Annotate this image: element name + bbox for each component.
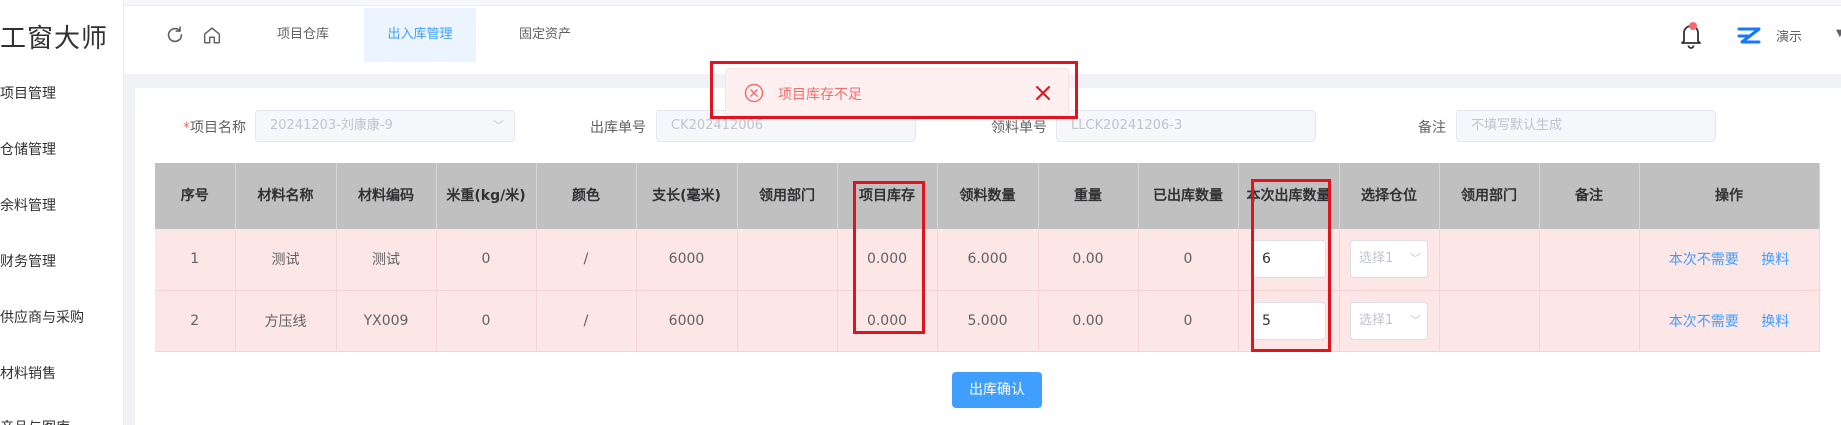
cell-location: 选择1 ﹀ xyxy=(1339,290,1440,352)
cell-pick-qty: 5.000 xyxy=(937,290,1039,352)
cell-stock: 0.000 xyxy=(837,290,938,352)
col-header: 操作 xyxy=(1639,163,1820,229)
tab-fixed-assets[interactable]: 固定资产 xyxy=(490,8,600,62)
home-icon[interactable] xyxy=(201,24,223,46)
col-header: 领料数量 xyxy=(937,163,1039,229)
cell-dept2 xyxy=(1439,229,1540,291)
sidebar-item-project[interactable]: 项目管理 xyxy=(0,83,56,103)
top-header: 项目仓库 出入库管理 固定资产 演示 ▼ xyxy=(124,8,1841,62)
sidebar-item-sales[interactable]: 材料销售 xyxy=(0,363,56,383)
remark-input[interactable]: 不填写默认生成 xyxy=(1456,110,1716,142)
swap-material-link[interactable]: 换料 xyxy=(1761,314,1789,330)
sidebar: 工窗大师 项目管理 仓储管理 余料管理 财务管理 供应商与采购 材料销售 产品与… xyxy=(0,0,124,425)
skip-this-time-link[interactable]: 本次不需要 xyxy=(1669,314,1739,330)
confirm-outbound-button[interactable]: 出库确认 xyxy=(952,372,1042,408)
pick-no-input[interactable]: LLCK20241206-3 xyxy=(1056,110,1316,142)
cell-material-name: 测试 xyxy=(235,229,337,291)
cell-dept xyxy=(737,229,838,291)
cell-meter-weight: 0 xyxy=(436,229,537,291)
cell-stock: 0.000 xyxy=(837,229,938,291)
table-header-row: 序号 材料名称 材料编码 米重(kg/米) 颜色 支长(毫米) 领用部门 项目库… xyxy=(155,163,1820,229)
sidebar-item-products[interactable]: 产品与图库 xyxy=(0,417,70,425)
cell-out-qty: 0 xyxy=(1138,229,1239,291)
cell-location: 选择1 ﹀ xyxy=(1339,229,1440,291)
error-circle-icon xyxy=(744,83,764,103)
cell-out-qty: 0 xyxy=(1138,290,1239,352)
cell-material-code: YX009 xyxy=(336,290,437,352)
cell-color: / xyxy=(536,229,637,291)
location-select[interactable]: 选择1 ﹀ xyxy=(1350,240,1428,279)
app-logo: 工窗大师 xyxy=(0,24,109,54)
col-header: 颜色 xyxy=(536,163,637,229)
cell-dept2 xyxy=(1439,290,1540,352)
col-header: 本次出库数量 xyxy=(1238,163,1340,229)
project-name-label: *项目名称 xyxy=(183,120,246,136)
remark-label: 备注 xyxy=(1418,120,1446,136)
col-header: 备注 xyxy=(1539,163,1640,229)
cell-index: 1 xyxy=(155,229,236,291)
error-toast: 项目库存不足 xyxy=(725,68,1069,116)
user-name[interactable]: 演示 xyxy=(1776,26,1802,45)
sidebar-item-warehouse[interactable]: 仓储管理 xyxy=(0,139,56,159)
sidebar-item-supplier[interactable]: 供应商与采购 xyxy=(0,307,84,327)
project-name-select[interactable]: 20241203-刘康康-9 ﹀ xyxy=(255,110,515,142)
chevron-down-icon: ﹀ xyxy=(1410,252,1421,266)
location-select[interactable]: 选择1 ﹀ xyxy=(1350,301,1428,340)
cell-weight: 0.00 xyxy=(1038,229,1139,291)
this-qty-input[interactable]: 5 xyxy=(1251,301,1326,340)
chevron-down-icon: ﹀ xyxy=(1410,313,1421,327)
cell-actions: 本次不需要 换料 xyxy=(1639,229,1820,291)
col-header: 选择仓位 xyxy=(1339,163,1440,229)
outbound-table: 序号 材料名称 材料编码 米重(kg/米) 颜色 支长(毫米) 领用部门 项目库… xyxy=(155,163,1820,352)
cell-this-qty: 6 xyxy=(1238,229,1340,291)
cell-weight: 0.00 xyxy=(1038,290,1139,352)
col-header: 材料编码 xyxy=(336,163,437,229)
user-menu-caret-icon[interactable]: ▼ xyxy=(1836,28,1841,39)
this-qty-input[interactable]: 6 xyxy=(1251,240,1326,279)
cell-this-qty: 5 xyxy=(1238,290,1340,352)
col-header: 领用部门 xyxy=(737,163,838,229)
cell-index: 2 xyxy=(155,290,236,352)
notification-badge-dot xyxy=(1689,22,1697,30)
col-header: 领用部门 xyxy=(1439,163,1540,229)
tab-project-warehouse[interactable]: 项目仓库 xyxy=(248,8,358,62)
pick-no-label: 领料单号 xyxy=(991,120,1047,136)
col-header: 材料名称 xyxy=(235,163,337,229)
sidebar-item-finance[interactable]: 财务管理 xyxy=(0,251,56,271)
cell-pick-qty: 6.000 xyxy=(937,229,1039,291)
window-top-edge xyxy=(0,0,1841,6)
toast-message: 项目库存不足 xyxy=(778,87,862,103)
swap-material-link[interactable]: 换料 xyxy=(1761,252,1789,268)
table-row: 2 方压线 YX009 0 / 6000 0.000 5.000 0.00 0 … xyxy=(155,290,1820,352)
chevron-down-icon: ﹀ xyxy=(493,119,504,132)
cell-material-name: 方压线 xyxy=(235,290,337,352)
cell-material-code: 测试 xyxy=(336,229,437,291)
col-header: 重量 xyxy=(1038,163,1139,229)
cell-length: 6000 xyxy=(636,290,738,352)
skip-this-time-link[interactable]: 本次不需要 xyxy=(1669,252,1739,268)
cell-dept xyxy=(737,290,838,352)
col-header: 米重(kg/米) xyxy=(436,163,537,229)
col-header: 项目库存 xyxy=(837,163,938,229)
user-brand-icon[interactable] xyxy=(1736,24,1762,50)
col-header: 序号 xyxy=(155,163,236,229)
cell-color: / xyxy=(536,290,637,352)
out-no-label: 出库单号 xyxy=(590,120,646,136)
tab-inout-management[interactable]: 出入库管理 xyxy=(364,8,476,62)
cell-actions: 本次不需要 换料 xyxy=(1639,290,1820,352)
col-header: 支长(毫米) xyxy=(636,163,738,229)
cell-remark xyxy=(1539,229,1640,291)
col-header: 已出库数量 xyxy=(1138,163,1239,229)
cell-length: 6000 xyxy=(636,229,738,291)
close-icon[interactable] xyxy=(1033,83,1053,103)
refresh-icon[interactable] xyxy=(164,24,186,46)
cell-remark xyxy=(1539,290,1640,352)
sidebar-item-leftover[interactable]: 余料管理 xyxy=(0,195,56,215)
cell-meter-weight: 0 xyxy=(436,290,537,352)
table-row: 1 测试 测试 0 / 6000 0.000 6.000 0.00 0 6 选择… xyxy=(155,229,1820,291)
